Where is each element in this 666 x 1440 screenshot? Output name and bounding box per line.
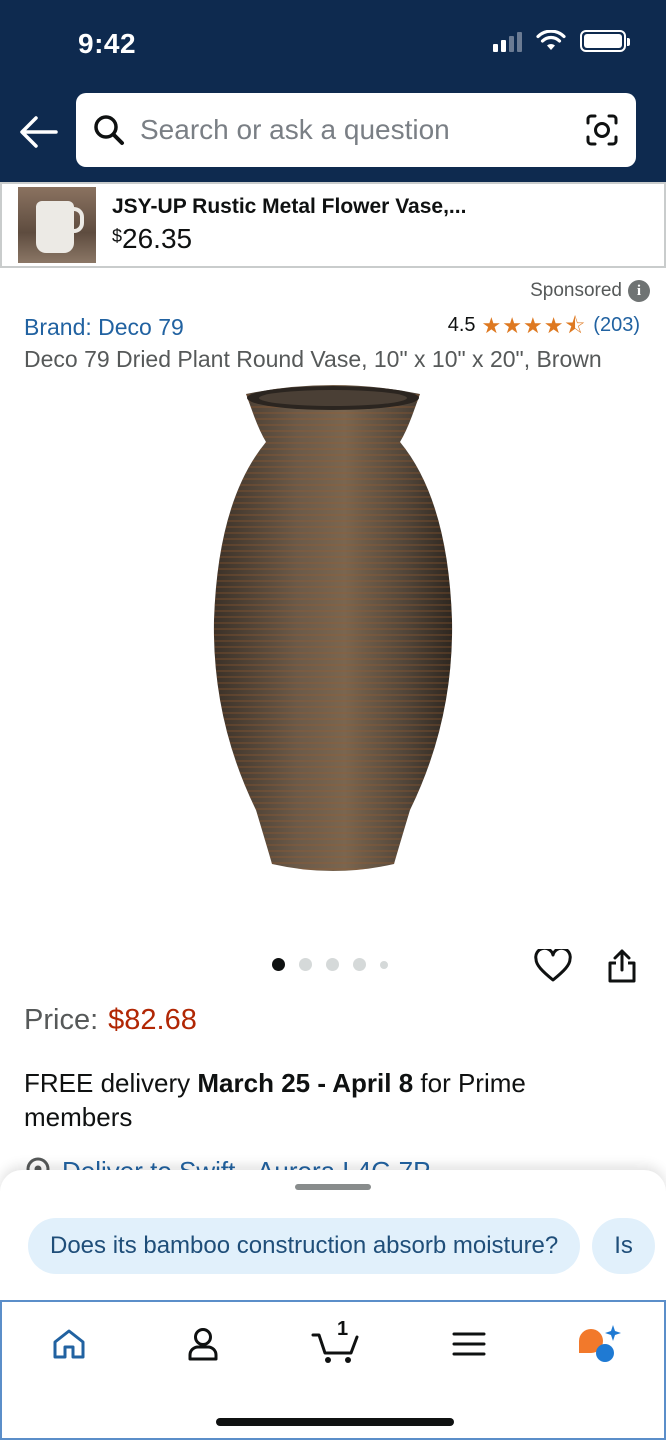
- cart-count-badge: 1: [337, 1318, 349, 1340]
- sponsored-label[interactable]: Sponsored i: [530, 280, 650, 302]
- delivery-dates: March 25 - April 8: [197, 1068, 414, 1098]
- carousel-dot[interactable]: [326, 958, 339, 971]
- delivery-info: FREE delivery March 25 - April 8 for Pri…: [24, 1068, 526, 1132]
- question-chip[interactable]: Is: [592, 1218, 655, 1274]
- price-label: Price:: [24, 1004, 99, 1036]
- nav-cart[interactable]: 1: [310, 1318, 360, 1366]
- ask-rufus-sheet[interactable]: Does its bamboo construction absorb mois…: [0, 1170, 666, 1300]
- nav-rufus[interactable]: [574, 1322, 624, 1366]
- info-icon[interactable]: i: [628, 280, 650, 302]
- star-icon: ⯪: [564, 312, 586, 338]
- nav-menu[interactable]: [444, 1322, 494, 1366]
- image-carousel-dots[interactable]: [272, 958, 388, 971]
- status-time: 9:42: [78, 28, 137, 59]
- search-icon: [92, 113, 126, 147]
- sheet-grabber[interactable]: [295, 1184, 371, 1190]
- back-arrow-icon: [20, 116, 58, 148]
- rufus-assistant-icon: [579, 1325, 621, 1362]
- home-icon: [53, 1329, 85, 1359]
- star-icon: ★: [543, 312, 564, 338]
- app-header: 9:42: [0, 0, 666, 182]
- question-chip[interactable]: Does its bamboo construction absorb mois…: [28, 1218, 581, 1274]
- share-icon: [608, 949, 636, 983]
- star-icon: ★: [522, 312, 543, 338]
- price-value: $82.68: [108, 1004, 197, 1036]
- user-icon: [188, 1328, 218, 1361]
- star-icon: ★: [502, 312, 522, 338]
- sticky-product-bar[interactable]: JSY-UP Rustic Metal Flower Vase,... $26.…: [0, 182, 666, 268]
- product-image[interactable]: [200, 380, 466, 880]
- rating-summary[interactable]: 4.5 ★ ★ ★ ★ ⯪ (203): [448, 314, 640, 337]
- home-indicator: [216, 1418, 454, 1426]
- carousel-dot[interactable]: [299, 958, 312, 971]
- product-title: Deco 79 Dried Plant Round Vase, 10" x 10…: [24, 346, 602, 372]
- sticky-product-title: JSY-UP Rustic Metal Flower Vase,...: [112, 195, 467, 218]
- rating-value: 4.5: [447, 314, 476, 336]
- carousel-dot[interactable]: [380, 960, 388, 969]
- hamburger-menu-icon: [452, 1332, 486, 1356]
- share-button[interactable]: [602, 945, 642, 987]
- carousel-dot[interactable]: [353, 958, 366, 971]
- cart-icon: [311, 1333, 359, 1363]
- nav-account[interactable]: [178, 1322, 228, 1366]
- camera-search-icon[interactable]: [582, 110, 622, 150]
- back-button[interactable]: [16, 110, 60, 154]
- wishlist-button[interactable]: [532, 945, 574, 987]
- battery-icon: [580, 30, 630, 52]
- search-input[interactable]: [140, 114, 582, 146]
- nav-home[interactable]: [44, 1322, 94, 1366]
- heart-icon: [534, 949, 572, 982]
- wifi-icon: [536, 30, 566, 50]
- search-bar[interactable]: [76, 93, 636, 167]
- star-rating-icon: ★ ★ ★ ★ ⯪: [481, 312, 586, 338]
- suggested-questions: Does its bamboo construction absorb mois…: [28, 1218, 655, 1274]
- brand-link[interactable]: Brand: Deco 79: [24, 314, 184, 341]
- sticky-product-price: $26.35: [112, 223, 193, 254]
- rating-count[interactable]: (203): [593, 314, 640, 337]
- carousel-dot[interactable]: [272, 958, 285, 971]
- sticky-product-thumbnail: [18, 187, 96, 263]
- price-row: Price: $82.68: [24, 1004, 197, 1037]
- star-icon: ★: [481, 312, 502, 338]
- status-icons: [493, 30, 630, 52]
- cellular-signal-icon: [493, 30, 522, 52]
- bottom-navigation: 1: [0, 1300, 666, 1440]
